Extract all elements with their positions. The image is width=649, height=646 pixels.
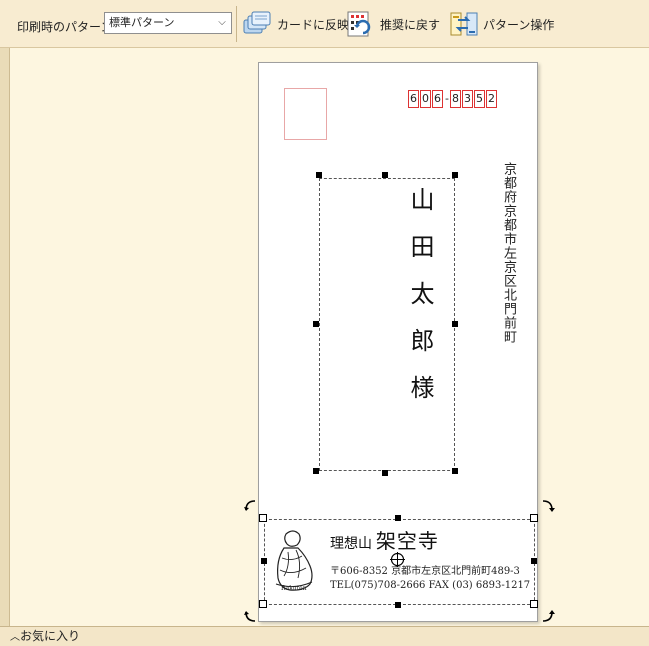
pattern-operation-button[interactable]: パターン操作 xyxy=(448,8,554,40)
resize-handle[interactable] xyxy=(316,172,322,178)
apply-to-card-label: カードに反映 xyxy=(277,17,350,32)
sender-name-prefix: 理想山 xyxy=(330,536,372,552)
chevron-up-icon: ︿ xyxy=(10,632,20,643)
apply-to-card-button[interactable]: カードに反映 xyxy=(242,8,349,40)
zip-digit: 0 xyxy=(420,90,431,108)
resize-handle[interactable] xyxy=(452,468,458,474)
sender-name[interactable]: 理想山 架空寺 xyxy=(330,525,439,554)
reset-recommended-label: 推奨に戻す xyxy=(380,17,441,32)
zip-digit: 6 xyxy=(432,90,443,108)
resize-handle[interactable] xyxy=(382,470,388,476)
sender-phone[interactable]: TEL(075)708-2666 FAX (03) 6893-1217 xyxy=(330,580,530,591)
recipient-name[interactable]: 山田太郎様 xyxy=(394,187,438,422)
pattern-select-value: 標準パターン xyxy=(109,16,175,29)
zip-digit: 2 xyxy=(486,90,497,108)
resize-handle[interactable] xyxy=(530,600,538,608)
pattern-label: 印刷時のパターン xyxy=(17,20,113,34)
resize-handle[interactable] xyxy=(259,514,267,522)
zip-digit: 3 xyxy=(462,90,473,108)
resize-handle[interactable] xyxy=(452,321,458,327)
reset-recommended-icon xyxy=(347,11,371,37)
resize-handle[interactable] xyxy=(531,558,537,564)
move-crosshair-icon[interactable] xyxy=(390,552,405,567)
cards-apply-icon xyxy=(243,11,271,34)
chevron-down-icon: ⌵ xyxy=(218,17,226,28)
toolbar: 印刷時のパターン 標準パターン ⌵ カードに反映 推奨に戻す パターン操作 xyxy=(0,0,649,48)
resize-handle[interactable] xyxy=(452,172,458,178)
favorites-bar[interactable]: ︿お気に入り xyxy=(0,626,649,646)
zip-digit: 5 xyxy=(474,90,485,108)
resize-handle[interactable] xyxy=(313,321,319,327)
pattern-operation-icon xyxy=(450,12,478,36)
rotate-handle-icon[interactable] xyxy=(541,610,555,624)
reset-recommended-button[interactable]: 推奨に戻す xyxy=(345,8,440,40)
rotate-handle-icon[interactable] xyxy=(541,498,555,512)
sender-name-main: 架空寺 xyxy=(375,529,439,553)
resize-handle[interactable] xyxy=(313,468,319,474)
zip-digit: 6 xyxy=(408,90,419,108)
resize-handle[interactable] xyxy=(395,602,401,608)
pattern-select[interactable]: 標準パターン ⌵ xyxy=(104,12,232,34)
illustration-caption: Rakuten xyxy=(281,585,307,592)
resize-handle[interactable] xyxy=(530,514,538,522)
rotate-handle-icon[interactable] xyxy=(243,498,257,512)
resize-handle[interactable] xyxy=(259,600,267,608)
favorites-label: お気に入り xyxy=(20,629,81,643)
rotate-handle-icon[interactable] xyxy=(243,610,257,624)
sender-address[interactable]: 〒606-8352 京都市左京区北門前町489-3 xyxy=(330,562,520,577)
zip-digit: 8 xyxy=(450,90,461,108)
recipient-address[interactable]: 京都府京都市左京区北門前町 xyxy=(500,162,516,344)
left-gutter xyxy=(0,48,10,626)
resize-handle[interactable] xyxy=(382,172,388,178)
toolbar-separator xyxy=(236,6,237,42)
stamp-area xyxy=(284,88,327,140)
resize-handle[interactable] xyxy=(261,558,267,564)
resize-handle[interactable] xyxy=(395,515,401,521)
pattern-operation-label: パターン操作 xyxy=(483,17,555,32)
zip-code[interactable]: 6 0 6 - 8 3 5 2 xyxy=(408,90,498,108)
